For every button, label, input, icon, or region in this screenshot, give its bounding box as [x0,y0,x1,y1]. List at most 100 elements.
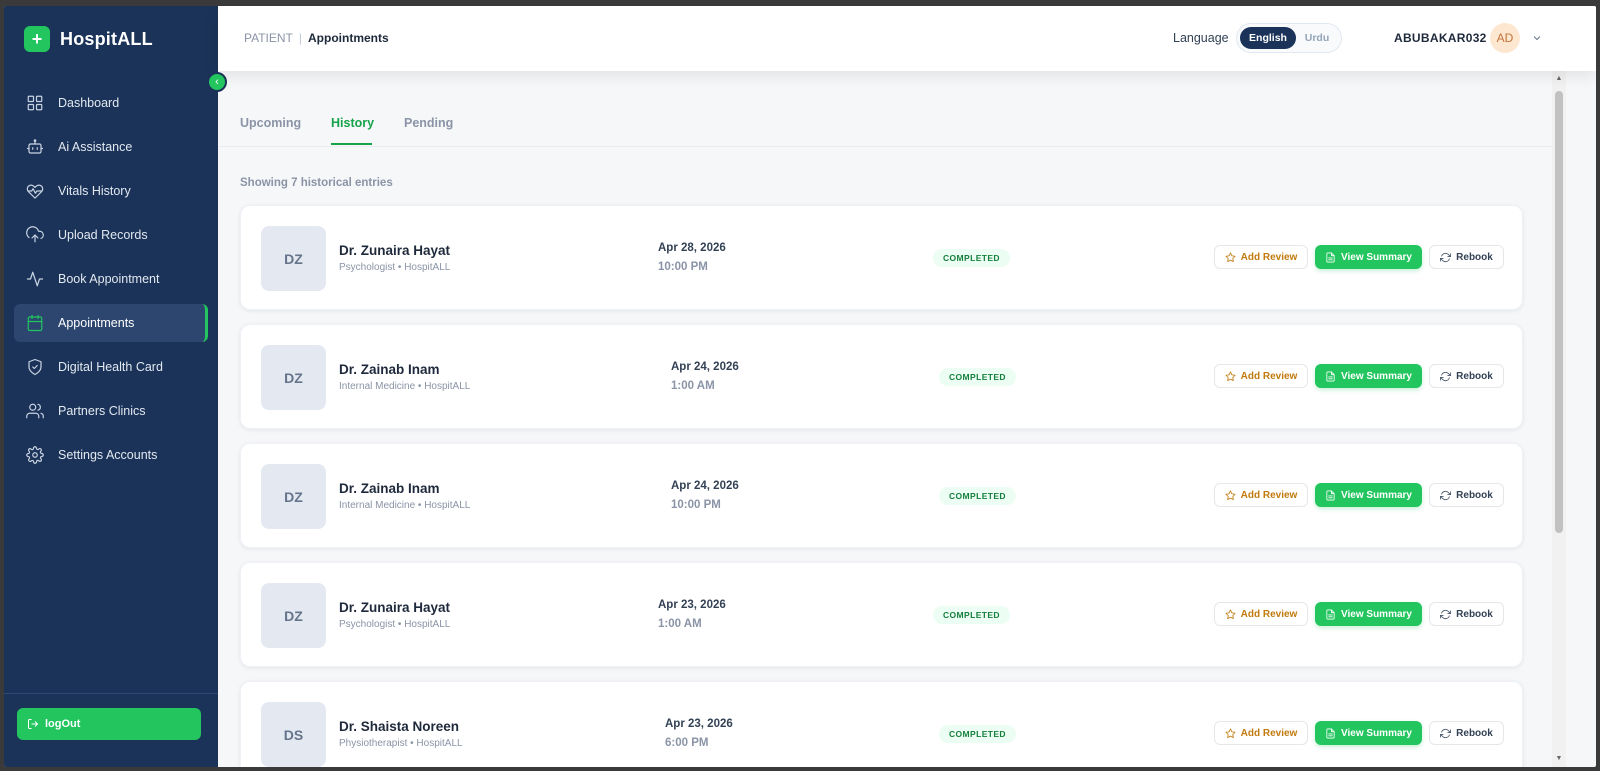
appointment-card: DZ Dr. Zunaira Hayat Psychologist • Hosp… [240,205,1523,310]
doctor-name: Dr. Zainab Inam [339,481,440,496]
sidebar-item-partners-clinics[interactable]: Partners Clinics [14,392,208,430]
sidebar-item-upload-records[interactable]: Upload Records [14,216,208,254]
language-toggle: English Urdu [1236,23,1342,53]
rebook-label: Rebook [1456,608,1493,620]
doctor-name: Dr. Shaista Noreen [339,719,460,734]
sidebar-item-label: Digital Health Card [58,360,163,374]
sidebar-item-appointments[interactable]: Appointments [14,304,208,342]
add-review-label: Add Review [1240,489,1298,501]
add-review-button[interactable]: Add Review [1214,364,1308,388]
document-icon [1326,609,1335,619]
appointment-card: DZ Dr. Zainab Inam Internal Medicine • H… [240,443,1523,548]
view-summary-button[interactable]: View Summary [1315,245,1422,269]
doctor-name: Dr. Zunaira Hayat [339,600,451,615]
add-review-button[interactable]: Add Review [1214,483,1308,507]
breadcrumb: PATIENT | Appointments [244,31,389,45]
breadcrumb-current: Appointments [308,31,389,45]
add-review-button[interactable]: Add Review [1214,721,1308,745]
doctor-name: Dr. Zunaira Hayat [339,243,451,258]
view-summary-button[interactable]: View Summary [1315,721,1422,745]
heart-pulse-icon [26,182,44,200]
appointment-time: 10:00 PM [658,261,708,273]
sidebar-item-ai-assistance[interactable]: Ai Assistance [14,128,208,166]
scrollbar-thumb[interactable] [1555,91,1563,533]
collapse-sidebar-button[interactable]: ‹ [207,72,227,92]
sidebar-item-digital-health-card[interactable]: Digital Health Card [14,348,208,386]
view-summary-button[interactable]: View Summary [1315,364,1422,388]
rebook-button[interactable]: Rebook [1429,602,1504,626]
doctor-avatar: DS [261,702,326,767]
refresh-icon [1440,728,1452,738]
avatar[interactable]: AD [1490,23,1520,53]
bot-icon [26,138,44,156]
rebook-button[interactable]: Rebook [1429,364,1504,388]
language-option-urdu[interactable]: Urdu [1296,27,1338,49]
rebook-button[interactable]: Rebook [1429,721,1504,745]
sidebar-item-vitals-history[interactable]: Vitals History [14,172,208,210]
tab-history[interactable]: History [331,116,374,130]
scrollbar[interactable]: ▲ ▼ [1552,71,1566,767]
tab-upcoming[interactable]: Upcoming [240,116,301,130]
add-review-label: Add Review [1240,608,1298,620]
sidebar-nav: Dashboard Ai Assistance Vitals History U… [14,84,208,480]
doctor-name: Dr. Zainab Inam [339,362,440,377]
appointment-date: Apr 24, 2026 [671,480,739,492]
add-review-label: Add Review [1240,251,1298,263]
appointment-date: Apr 23, 2026 [658,599,726,611]
brand[interactable]: + HospitALL [24,26,153,52]
breadcrumb-root[interactable]: PATIENT [244,31,293,45]
view-summary-label: View Summary [1341,489,1412,501]
doctor-avatar: DZ [261,226,326,291]
doctor-avatar: DZ [261,345,326,410]
shield-check-icon [26,358,44,376]
scroll-down-arrow-icon[interactable]: ▼ [1555,755,1563,763]
sidebar-item-label: Ai Assistance [58,140,133,154]
add-review-button[interactable]: Add Review [1214,245,1308,269]
star-icon [1225,252,1236,262]
appointment-date: Apr 24, 2026 [671,361,739,373]
doctor-avatar: DZ [261,464,326,529]
star-icon [1225,728,1236,738]
view-summary-label: View Summary [1341,727,1412,739]
logout-icon [28,719,39,729]
appointment-date: Apr 23, 2026 [665,718,733,730]
rebook-button[interactable]: Rebook [1429,245,1504,269]
logout-button[interactable]: logOut [17,708,201,740]
appointment-time: 1:00 AM [671,380,715,392]
status-badge: COMPLETED [933,249,1010,267]
scroll-up-arrow-icon[interactable]: ▲ [1555,75,1563,83]
doctor-specialty: Psychologist • HospitALL [339,262,451,273]
sidebar-item-label: Vitals History [58,184,131,198]
document-icon [1326,728,1335,738]
brand-logo-icon: + [24,26,50,52]
sidebar-item-label: Appointments [58,316,135,330]
sidebar-item-label: Dashboard [58,96,120,110]
status-badge: COMPLETED [939,487,1016,505]
view-summary-button[interactable]: View Summary [1315,602,1422,626]
sidebar-item-settings-accounts[interactable]: Settings Accounts [14,436,208,474]
users-icon [26,402,44,420]
document-icon [1326,490,1335,500]
sidebar-item-label: Partners Clinics [58,404,146,418]
sidebar-item-dashboard[interactable]: Dashboard [14,84,208,122]
sidebar-item-book-appointment[interactable]: Book Appointment [14,260,208,298]
view-summary-button[interactable]: View Summary [1315,483,1422,507]
status-badge: COMPLETED [933,606,1010,624]
sidebar-item-label: Settings Accounts [58,448,158,462]
doctor-specialty: Physiotherapist • HospitALL [339,738,463,749]
username[interactable]: ABUBAKAR032 [1394,31,1487,45]
rebook-label: Rebook [1456,251,1493,263]
doctor-specialty: Internal Medicine • HospitALL [339,381,471,392]
appointment-card: DZ Dr. Zunaira Hayat Psychologist • Hosp… [240,562,1523,667]
doctor-specialty: Psychologist • HospitALL [339,619,451,630]
language-option-english[interactable]: English [1240,27,1296,49]
refresh-icon [1440,371,1452,381]
rebook-label: Rebook [1456,370,1493,382]
chevron-down-icon[interactable] [1531,31,1543,43]
appointment-time: 1:00 AM [658,618,702,630]
logout-label: logOut [45,718,81,730]
rebook-button[interactable]: Rebook [1429,483,1504,507]
add-review-button[interactable]: Add Review [1214,602,1308,626]
appointment-tabs: Upcoming History Pending [218,71,1552,147]
tab-pending[interactable]: Pending [404,116,453,130]
